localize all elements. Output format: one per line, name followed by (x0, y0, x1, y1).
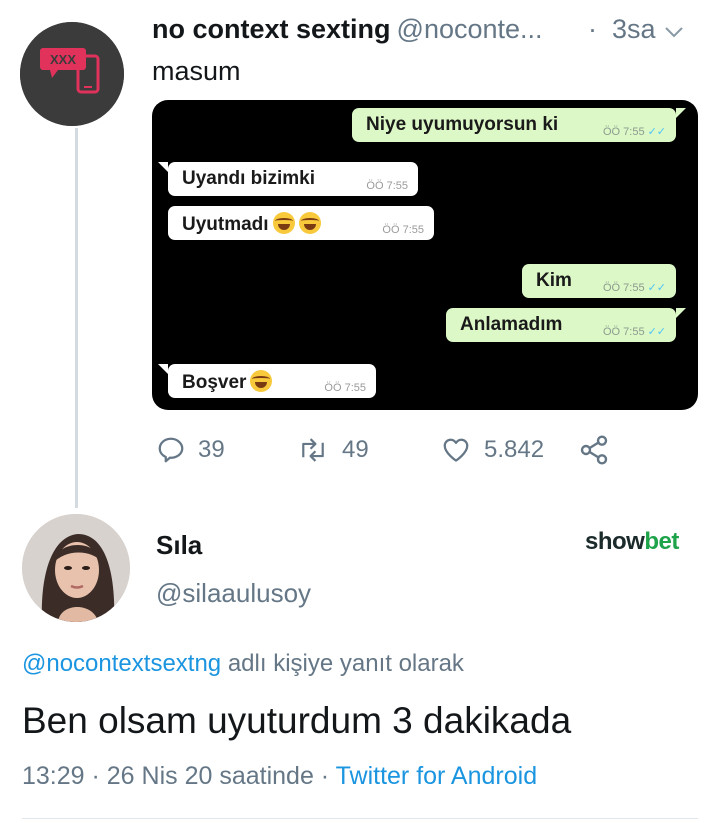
reply-count: 39 (198, 436, 225, 463)
tweet-actions-bar: 39 49 5.842 (152, 430, 712, 470)
retweet-count: 49 (342, 436, 369, 463)
author-handle[interactable]: @noconte... (397, 14, 543, 44)
laughing-emoji-icon (298, 212, 321, 234)
like-count: 5.842 (484, 436, 545, 463)
chat-message-outgoing: Kim ÖÖ 7:55 ✓✓ (522, 264, 676, 298)
read-receipt-icon: ✓✓ (647, 326, 666, 338)
chat-message-outgoing: Niye uyumuyorsun ki ÖÖ 7:55 ✓✓ (352, 108, 676, 142)
reply-author-handle[interactable]: @silaaulusoy (156, 578, 311, 609)
laughing-emoji-icon (272, 212, 295, 234)
reply-author-name[interactable]: Sıla (156, 530, 202, 561)
tweet-timestamp-line: 13:29 · 26 Nis 20 saatinde · Twitter for… (22, 762, 537, 791)
like-button[interactable]: 5.842 (440, 430, 544, 470)
svg-text:XXX: XXX (50, 52, 76, 67)
separator-dot: · (588, 14, 597, 44)
phone-xxx-logo: XXX (20, 22, 124, 126)
reply-mention-link[interactable]: @nocontextsextng (22, 650, 221, 677)
chat-message-incoming: Boşver ÖÖ 7:55 (168, 364, 376, 398)
laughing-emoji-icon (250, 370, 273, 392)
retweet-button[interactable]: 49 (296, 430, 369, 470)
share-icon (580, 435, 608, 465)
divider (22, 818, 698, 819)
chat-message-outgoing: Anlamadım ÖÖ 7:55 ✓✓ (446, 308, 676, 342)
showbet-watermark-logo: showbet (585, 528, 679, 555)
heart-icon (443, 438, 469, 462)
retweet-icon (302, 438, 324, 462)
chevron-down-icon[interactable] (662, 20, 686, 44)
reply-button[interactable]: 39 (156, 430, 225, 470)
tweet-time[interactable]: 3sa (612, 14, 656, 45)
reply-author-avatar[interactable] (22, 514, 130, 622)
source-link[interactable]: Twitter for Android (336, 762, 537, 790)
profile-photo (22, 514, 130, 622)
chat-message-incoming: Uyutmadı ÖÖ 7:55 (168, 206, 434, 240)
read-receipt-icon: ✓✓ (647, 126, 666, 138)
tweet-text: masum (152, 56, 241, 86)
share-button[interactable] (578, 430, 622, 470)
read-receipt-icon: ✓✓ (647, 282, 666, 294)
tweet-header: no context sexting @noconte... · 3sa (152, 14, 712, 54)
author-avatar[interactable]: XXX (20, 22, 124, 126)
reply-tweet-text: Ben olsam uyuturdum 3 dakikada (22, 700, 572, 741)
timestamp[interactable]: 13:29 · 26 Nis 20 saatinde · (22, 762, 336, 790)
reply-icon (158, 437, 184, 463)
replying-to-line: @nocontextsextng adlı kişiye yanıt olara… (22, 650, 464, 677)
chat-screenshot-image[interactable]: Niye uyumuyorsun ki ÖÖ 7:55 ✓✓ Uyandı biz… (152, 100, 698, 410)
author-name[interactable]: no context sexting (152, 14, 391, 44)
thread-connector-line (75, 128, 78, 508)
chat-message-incoming: Uyandı bizimki ÖÖ 7:55 (168, 162, 418, 196)
